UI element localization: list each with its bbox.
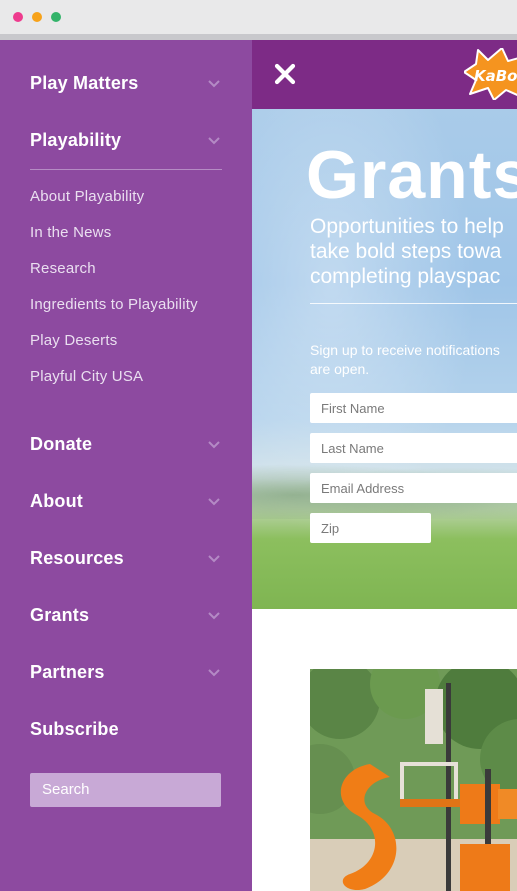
sidebar-item-donate[interactable]: Donate [30,430,222,460]
submenu-item-research[interactable]: Research [30,258,240,280]
hero-subtitle-line: Opportunities to help [310,215,504,238]
window-minimize-button[interactable] [32,12,42,22]
chevron-down-icon[interactable] [206,667,222,679]
signup-prompt-line: Sign up to receive notifications [310,342,500,358]
close-icon[interactable] [273,62,297,86]
search-input[interactable] [30,773,221,807]
playground-photo [310,669,517,891]
submenu-item-in-the-news[interactable]: In the News [30,222,240,244]
hero-subtitle-line: completing playspac [310,265,501,288]
submenu-item-play-deserts[interactable]: Play Deserts [30,330,240,352]
sidebar-item-label: Grants [30,605,90,625]
submenu-item-ingredients[interactable]: Ingredients to Playability [30,294,240,316]
sidebar-item-label: Play Matters [30,73,139,93]
window-close-button[interactable] [13,12,23,22]
kaboom-logo[interactable]: KaBo [464,48,517,100]
main-content: KaBo Grants Opportunities to help take b… [252,40,517,891]
sidebar-nav: Play Matters Playability About Playabili… [0,40,252,891]
sidebar-item-partners[interactable]: Partners [30,658,222,688]
sidebar-item-label: Donate [30,434,93,454]
chevron-down-icon[interactable] [206,439,222,451]
site-header: KaBo [252,40,517,109]
first-name-field[interactable] [310,393,517,423]
zip-field[interactable] [310,513,431,543]
sidebar-item-subscribe[interactable]: Subscribe [30,715,222,745]
chevron-down-icon[interactable] [206,135,222,147]
email-field[interactable] [310,473,517,503]
submenu-divider [30,169,222,170]
sidebar-item-resources[interactable]: Resources [30,544,222,574]
chevron-down-icon[interactable] [206,496,222,508]
sidebar-item-label: Resources [30,548,124,568]
browser-titlebar [0,0,517,40]
sidebar-item-label: Partners [30,662,105,682]
hero-subtitle: Opportunities to help take bold steps to… [310,214,517,289]
last-name-field[interactable] [310,433,517,463]
chevron-down-icon[interactable] [206,610,222,622]
chevron-down-icon[interactable] [206,78,222,90]
page-title: Grants [306,137,517,213]
svg-text:KaBo: KaBo [474,67,517,85]
window-zoom-button[interactable] [51,12,61,22]
sidebar-item-label: Subscribe [30,719,119,739]
sidebar-item-play-matters[interactable]: Play Matters [30,69,222,99]
sidebar-item-grants[interactable]: Grants [30,601,222,631]
submenu-item-about-playability[interactable]: About Playability [30,186,240,208]
sidebar-item-label: Playability [30,130,122,150]
submenu-item-playful-city-usa[interactable]: Playful City USA [30,366,240,388]
signup-prompt: Sign up to receive notifications are ope… [310,341,517,379]
hero-divider [310,303,517,304]
hero-banner: Grants Opportunities to help take bold s… [252,109,517,609]
sidebar-item-playability[interactable]: Playability [30,126,222,156]
hero-subtitle-line: take bold steps towa [310,240,502,263]
signup-prompt-line: are open. [310,361,370,377]
sidebar-item-label: About [30,491,83,511]
sidebar-item-about[interactable]: About [30,487,222,517]
chevron-down-icon[interactable] [206,553,222,565]
